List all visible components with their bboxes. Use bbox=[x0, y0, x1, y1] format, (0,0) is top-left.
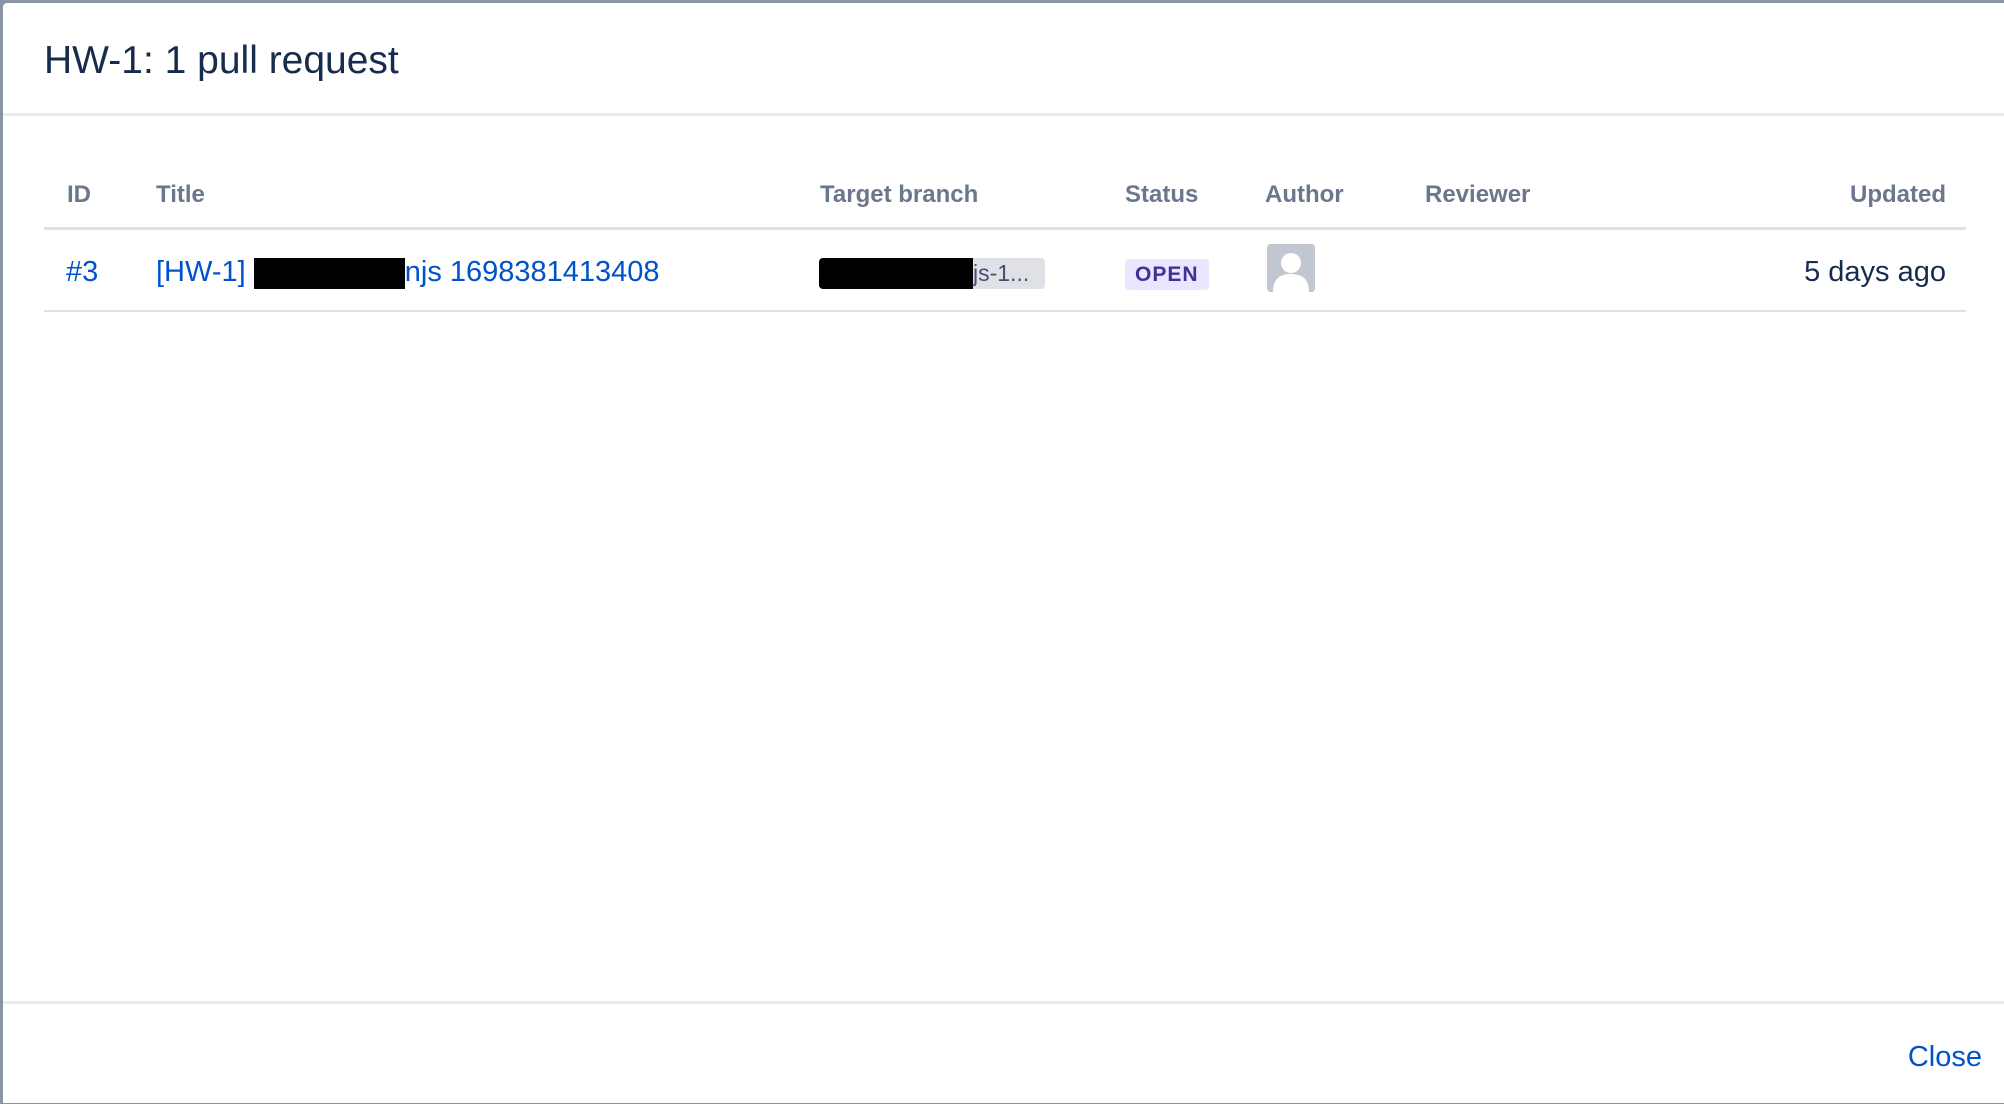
status-badge: OPEN bbox=[1125, 259, 1209, 290]
dialog-body: ID Title Target branch Status Author Rev… bbox=[3, 119, 2004, 1001]
target-branch-text: js-1... bbox=[973, 260, 1030, 286]
column-header-reviewer: Reviewer bbox=[1425, 181, 1531, 208]
pull-request-id-link[interactable]: #3 bbox=[66, 256, 98, 289]
target-branch-lozenge[interactable]: js-1... bbox=[819, 258, 1045, 289]
redacted-block bbox=[819, 258, 973, 289]
column-header-status: Status bbox=[1125, 181, 1199, 208]
table-header: ID Title Target branch Status Author Rev… bbox=[44, 169, 1966, 230]
pull-request-title-suffix: njs 1698381413408 bbox=[404, 256, 660, 288]
pull-requests-table: ID Title Target branch Status Author Rev… bbox=[44, 169, 1966, 312]
dialog-header: HW-1: 1 pull request bbox=[3, 3, 2004, 116]
pull-request-title-link[interactable]: [HW-1] njs 1698381413408 bbox=[156, 256, 660, 289]
redacted-block bbox=[253, 257, 405, 289]
column-header-updated: Updated bbox=[1850, 181, 1946, 208]
table-row: #3 [HW-1] njs 1698381413408 js-1... OPEN bbox=[44, 230, 1966, 312]
pull-request-title-prefix: [HW-1] bbox=[156, 256, 254, 288]
dialog-footer: Close bbox=[3, 1001, 2004, 1103]
updated-time: 5 days ago bbox=[1804, 256, 1946, 288]
default-avatar-icon[interactable] bbox=[1267, 244, 1315, 292]
close-button[interactable]: Close bbox=[1908, 1041, 1982, 1074]
dialog-title: HW-1: 1 pull request bbox=[44, 39, 399, 82]
pull-requests-dialog: HW-1: 1 pull request ID Title Target bra… bbox=[3, 3, 2004, 1103]
column-header-id: ID bbox=[67, 181, 91, 208]
column-header-author: Author bbox=[1265, 181, 1344, 208]
column-header-title: Title bbox=[156, 181, 205, 208]
column-header-target-branch: Target branch bbox=[820, 181, 979, 208]
